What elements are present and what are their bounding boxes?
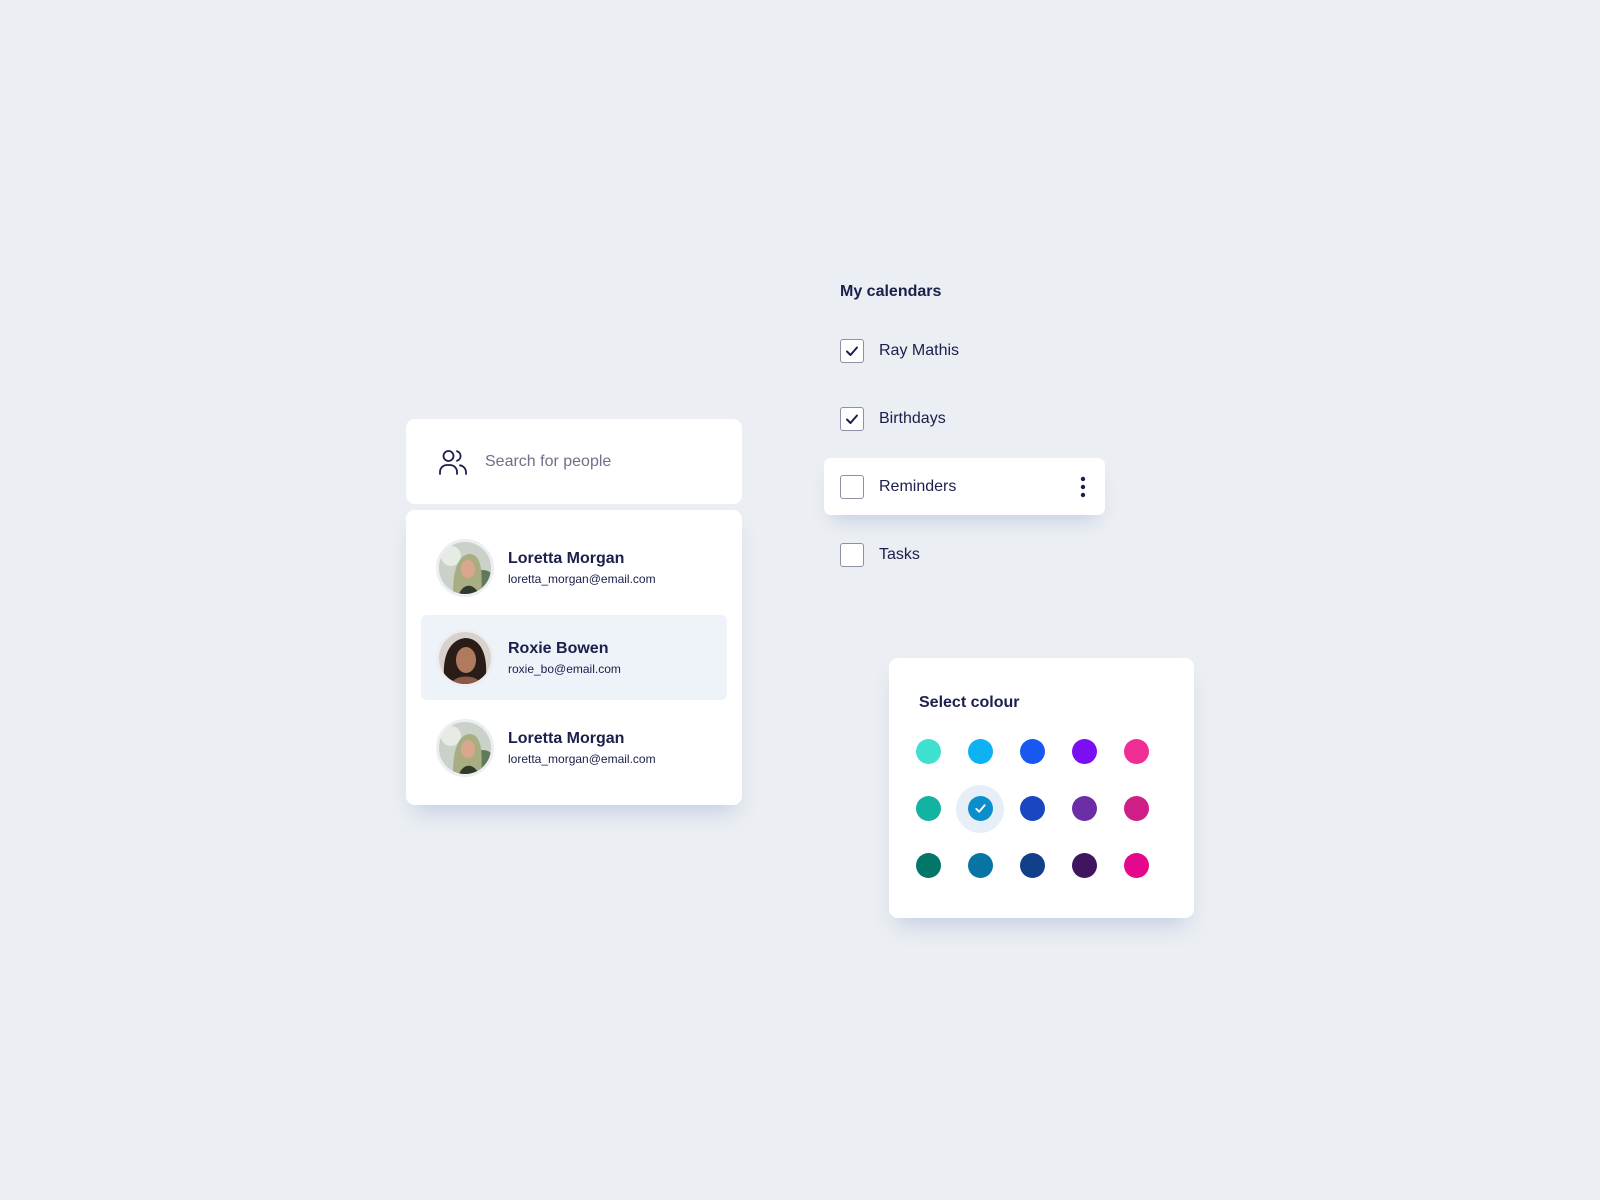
swatch-ring — [904, 842, 952, 890]
colour-swatch[interactable] — [954, 780, 1006, 837]
checkmark-icon — [974, 804, 986, 813]
swatch-grid — [902, 723, 1162, 894]
swatch-dot — [1019, 739, 1045, 764]
swatch-ring — [904, 728, 952, 776]
colour-picker-card: Select colour — [889, 658, 1194, 918]
swatch-dot — [1123, 796, 1149, 821]
person-row[interactable]: Loretta Morgan loretta_morgan@email.com — [421, 525, 727, 610]
swatch-dot — [1071, 796, 1097, 821]
person-row[interactable]: Loretta Morgan loretta_morgan@email.com — [421, 705, 727, 790]
person-email: loretta_morgan@email.com — [508, 751, 656, 766]
calendar-item-reminders[interactable]: Reminders — [824, 458, 1105, 515]
checkbox-unchecked[interactable] — [840, 474, 864, 499]
swatch-dot — [915, 739, 941, 764]
colour-swatch[interactable] — [1058, 780, 1110, 837]
swatch-dot — [1123, 739, 1149, 764]
swatch-dot — [1123, 853, 1149, 878]
people-search-box[interactable] — [406, 419, 742, 504]
swatch-selection-ring — [956, 784, 1004, 833]
calendar-label: Birthdays — [879, 409, 946, 427]
person-email: loretta_morgan@email.com — [508, 571, 656, 586]
colour-swatch[interactable] — [954, 723, 1006, 780]
colour-swatch[interactable] — [1058, 723, 1110, 780]
calendar-item-birthdays[interactable]: Birthdays — [824, 390, 1105, 447]
calendars-heading: My calendars — [840, 283, 942, 300]
calendar-label: Ray Mathis — [879, 341, 960, 359]
swatch-dot — [1071, 853, 1097, 878]
swatch-ring — [1112, 728, 1160, 776]
swatch-ring — [1060, 728, 1108, 776]
calendar-item-tasks[interactable]: Tasks — [824, 526, 1105, 583]
checkmark-icon — [846, 414, 858, 424]
swatch-ring — [956, 842, 1004, 890]
swatch-dot — [967, 739, 993, 764]
person-email: roxie_bo@email.com — [508, 661, 621, 676]
person-row[interactable]: Roxie Bowen roxie_bo@email.com — [421, 615, 727, 700]
people-icon — [437, 446, 469, 478]
colour-swatch[interactable] — [1110, 780, 1162, 837]
calendar-label: Reminders — [879, 477, 957, 495]
swatch-ring — [1112, 842, 1160, 890]
checkmark-icon — [846, 346, 858, 356]
colour-swatch[interactable] — [902, 837, 954, 894]
swatch-dot — [1071, 739, 1097, 764]
swatch-dot — [967, 796, 993, 821]
more-options-button[interactable] — [1075, 474, 1091, 500]
swatch-ring — [1008, 728, 1056, 776]
colour-swatch[interactable] — [902, 723, 954, 780]
colour-swatch[interactable] — [902, 780, 954, 837]
swatch-ring — [1008, 842, 1056, 890]
colour-swatch[interactable] — [1110, 837, 1162, 894]
checkbox-checked[interactable] — [840, 406, 864, 431]
swatch-dot — [915, 796, 941, 821]
calendar-item-ray-mathis[interactable]: Ray Mathis — [824, 322, 1105, 379]
avatar — [436, 718, 494, 777]
swatch-ring — [1008, 785, 1056, 833]
person-name: Loretta Morgan — [508, 729, 625, 747]
swatch-dot — [915, 853, 941, 878]
calendar-label: Tasks — [879, 545, 920, 563]
swatch-ring — [956, 728, 1004, 776]
swatch-ring — [1112, 785, 1160, 833]
swatch-ring — [904, 785, 952, 833]
colour-picker-title: Select colour — [919, 694, 1020, 711]
colour-swatch[interactable] — [1058, 837, 1110, 894]
colour-swatch[interactable] — [1006, 723, 1058, 780]
avatar — [436, 538, 494, 597]
people-results-list: Loretta Morgan loretta_morgan@email.com … — [406, 510, 742, 805]
colour-swatch[interactable] — [1006, 837, 1058, 894]
colour-swatch[interactable] — [1006, 780, 1058, 837]
person-name: Loretta Morgan — [508, 549, 625, 567]
swatch-dot — [1019, 796, 1045, 821]
checkbox-unchecked[interactable] — [840, 542, 864, 567]
avatar — [436, 628, 494, 687]
more-vertical-icon — [1080, 476, 1086, 497]
swatch-dot — [967, 853, 993, 878]
swatch-dot — [1019, 853, 1045, 878]
swatch-ring — [1060, 785, 1108, 833]
swatch-ring — [1060, 842, 1108, 890]
person-name: Roxie Bowen — [508, 639, 609, 657]
search-input[interactable] — [485, 452, 725, 471]
colour-swatch[interactable] — [954, 837, 1006, 894]
checkbox-checked[interactable] — [840, 338, 864, 363]
colour-swatch[interactable] — [1110, 723, 1162, 780]
